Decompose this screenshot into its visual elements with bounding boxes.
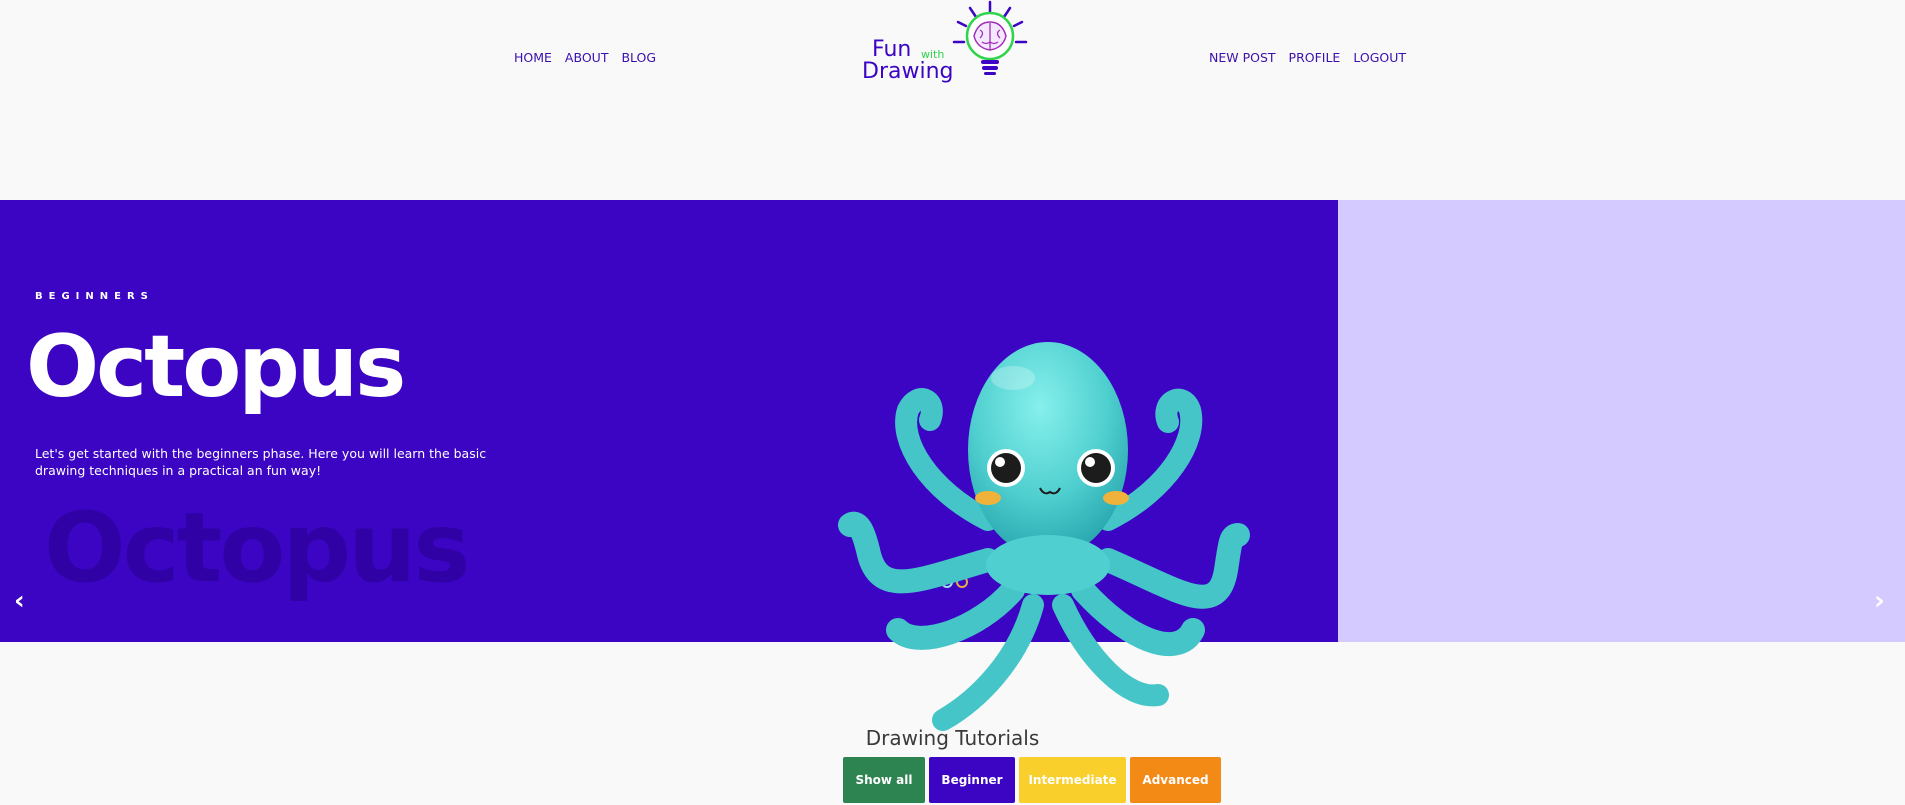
tutorial-filter-bar: Show all Beginner Intermediate Advanced <box>843 757 1221 803</box>
hero-title: Octopus <box>26 317 406 417</box>
hero-ghost-title: Octopus <box>44 492 471 604</box>
top-navbar: HOME ABOUT BLOG Fun with Drawing NEW POS… <box>0 0 1905 200</box>
nav-profile-link[interactable]: PROFILE <box>1289 50 1341 65</box>
nav-new-post-link[interactable]: NEW POST <box>1209 50 1276 65</box>
nav-blog-link[interactable]: BLOG <box>621 50 656 65</box>
carousel-prev-button[interactable]: ‹ <box>14 588 25 614</box>
nav-logout-link[interactable]: LOGOUT <box>1353 50 1406 65</box>
nav-left: HOME ABOUT BLOG <box>514 50 656 65</box>
filter-show-all-button[interactable]: Show all <box>843 757 925 803</box>
hero-category: BEGINNERS <box>35 291 154 302</box>
filter-advanced-button[interactable]: Advanced <box>1130 757 1221 803</box>
hero-side-panel <box>1338 200 1905 642</box>
filter-beginner-button[interactable]: Beginner <box>929 757 1015 803</box>
carousel-next-button[interactable]: › <box>1874 588 1885 614</box>
octopus-illustration <box>838 342 1250 731</box>
nav-about-link[interactable]: ABOUT <box>565 50 609 65</box>
logo-text-drawing: Drawing <box>862 59 953 84</box>
nav-right: NEW POST PROFILE LOGOUT <box>1209 50 1406 65</box>
tutorials-heading: Drawing Tutorials <box>865 726 1040 750</box>
filter-intermediate-button[interactable]: Intermediate <box>1019 757 1126 803</box>
site-logo[interactable]: Fun with Drawing <box>858 0 1038 90</box>
hero-description: Let's get started with the beginners pha… <box>35 446 487 478</box>
nav-home-link[interactable]: HOME <box>514 50 552 65</box>
